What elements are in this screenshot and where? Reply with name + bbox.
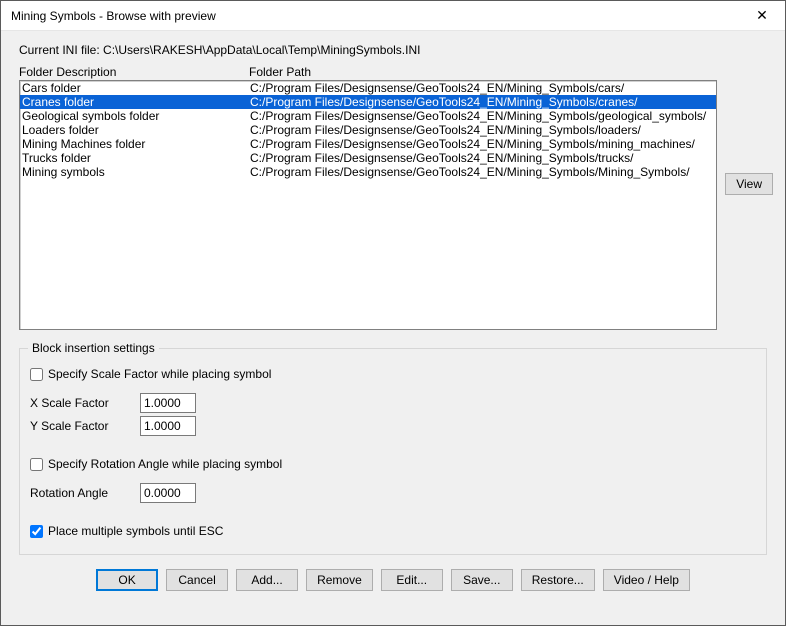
specify-rotation-check[interactable]: Specify Rotation Angle while placing sym… [30,457,756,471]
titlebar: Mining Symbols - Browse with preview ✕ [1,1,785,31]
x-scale-row: X Scale Factor [30,393,756,413]
video-help-button[interactable]: Video / Help [603,569,690,591]
folder-list-row[interactable]: Mining symbolsC:/Program Files/Designsen… [20,165,716,179]
folder-desc-cell: Cranes folder [22,95,250,109]
remove-button[interactable]: Remove [306,569,373,591]
view-button[interactable]: View [725,173,773,195]
y-scale-input[interactable] [140,416,196,436]
x-scale-input[interactable] [140,393,196,413]
y-scale-row: Y Scale Factor [30,416,756,436]
x-scale-label: X Scale Factor [30,396,134,410]
folder-list-wrap: Folder Description Folder Path Cars fold… [19,65,717,330]
folder-desc-header: Folder Description [19,65,249,79]
folder-list-section: Folder Description Folder Path Cars fold… [13,65,773,330]
folder-path-cell: C:/Program Files/Designsense/GeoTools24_… [250,165,714,179]
add-button[interactable]: Add... [236,569,298,591]
mining-symbols-dialog: Mining Symbols - Browse with preview ✕ C… [0,0,786,626]
place-multiple-check[interactable]: Place multiple symbols until ESC [30,524,756,538]
restore-button[interactable]: Restore... [521,569,595,591]
folder-list-row[interactable]: Mining Machines folderC:/Program Files/D… [20,137,716,151]
folder-path-cell: C:/Program Files/Designsense/GeoTools24_… [250,123,714,137]
current-ini-label: Current INI file: C:\Users\RAKESH\AppDat… [13,43,773,57]
block-insertion-group: Block insertion settings Specify Scale F… [19,348,767,555]
folder-path-header: Folder Path [249,65,717,79]
folder-list-row[interactable]: Trucks folderC:/Program Files/Designsens… [20,151,716,165]
folder-desc-cell: Cars folder [22,81,250,95]
folder-list-row[interactable]: Cranes folderC:/Program Files/Designsens… [20,95,716,109]
specify-rotation-label: Specify Rotation Angle while placing sym… [48,457,282,471]
folder-path-cell: C:/Program Files/Designsense/GeoTools24_… [250,137,714,151]
group-legend: Block insertion settings [28,341,159,355]
rotation-label: Rotation Angle [30,486,134,500]
folder-listbox[interactable]: Cars folderC:/Program Files/Designsense/… [19,80,717,330]
folder-list-row[interactable]: Cars folderC:/Program Files/Designsense/… [20,81,716,95]
folder-desc-cell: Mining Machines folder [22,137,250,151]
place-multiple-checkbox[interactable] [30,525,43,538]
specify-scale-checkbox[interactable] [30,368,43,381]
ok-button[interactable]: OK [96,569,158,591]
save-button[interactable]: Save... [451,569,513,591]
folder-path-cell: C:/Program Files/Designsense/GeoTools24_… [250,95,714,109]
rotation-input[interactable] [140,483,196,503]
folder-desc-cell: Loaders folder [22,123,250,137]
edit-button[interactable]: Edit... [381,569,443,591]
specify-scale-label: Specify Scale Factor while placing symbo… [48,367,271,381]
place-multiple-label: Place multiple symbols until ESC [48,524,223,538]
specify-scale-check[interactable]: Specify Scale Factor while placing symbo… [30,367,756,381]
folder-list-row[interactable]: Loaders folderC:/Program Files/Designsen… [20,123,716,137]
specify-rotation-checkbox[interactable] [30,458,43,471]
client-area: Current INI file: C:\Users\RAKESH\AppDat… [1,31,785,625]
folder-path-cell: C:/Program Files/Designsense/GeoTools24_… [250,109,714,123]
folder-list-headers: Folder Description Folder Path [19,65,717,79]
folder-path-cell: C:/Program Files/Designsense/GeoTools24_… [250,81,714,95]
folder-desc-cell: Mining symbols [22,165,250,179]
rotation-row: Rotation Angle [30,483,756,503]
folder-list-row[interactable]: Geological symbols folderC:/Program File… [20,109,716,123]
close-icon[interactable]: ✕ [739,1,785,31]
window-title: Mining Symbols - Browse with preview [11,9,739,23]
folder-path-cell: C:/Program Files/Designsense/GeoTools24_… [250,151,714,165]
folder-desc-cell: Geological symbols folder [22,109,250,123]
button-row: OK Cancel Add... Remove Edit... Save... … [13,559,773,595]
y-scale-label: Y Scale Factor [30,419,134,433]
view-button-wrap: View [725,173,773,195]
cancel-button[interactable]: Cancel [166,569,228,591]
folder-desc-cell: Trucks folder [22,151,250,165]
